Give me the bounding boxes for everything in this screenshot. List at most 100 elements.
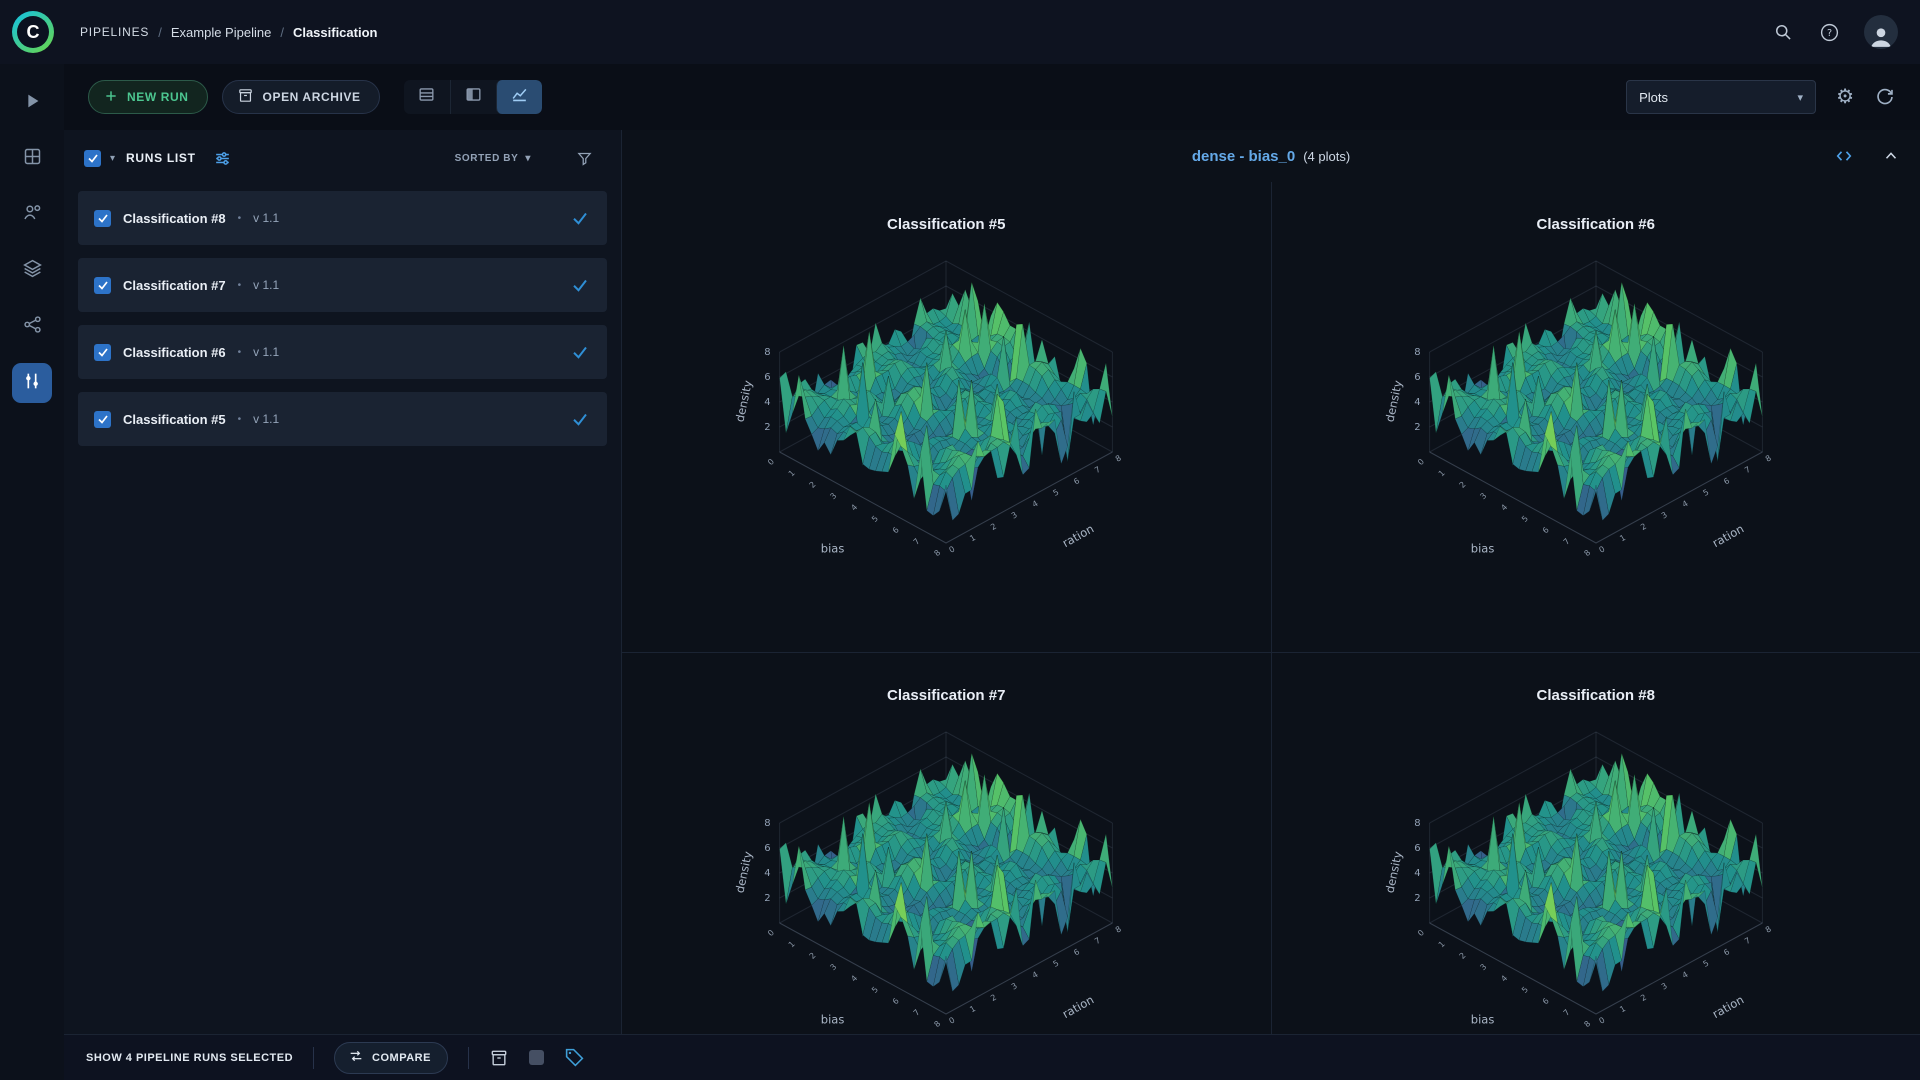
- svg-text:4: 4: [1680, 499, 1689, 509]
- svg-text:3: 3: [1660, 981, 1669, 991]
- svg-text:1: 1: [1618, 533, 1627, 543]
- runs-list: Classification #8 • v 1.1 Classification…: [64, 186, 621, 451]
- svg-text:4: 4: [1499, 974, 1509, 984]
- svg-text:1: 1: [1437, 468, 1447, 478]
- svg-text:3: 3: [1010, 981, 1019, 991]
- user-avatar[interactable]: [1864, 15, 1898, 49]
- plot-title: Classification #8: [1537, 687, 1655, 704]
- svg-text:0: 0: [948, 544, 957, 554]
- breadcrumb-project[interactable]: Example Pipeline: [171, 25, 271, 40]
- svg-text:density: density: [733, 379, 756, 423]
- svg-text:3: 3: [1010, 510, 1019, 520]
- divider: [468, 1047, 469, 1069]
- new-run-label: NEW RUN: [127, 90, 189, 104]
- nav-item-experiments[interactable]: [12, 139, 52, 179]
- run-row[interactable]: Classification #6 • v 1.1: [78, 325, 607, 379]
- filter-icon[interactable]: [576, 150, 593, 167]
- embed-code-icon[interactable]: [1834, 146, 1854, 166]
- svg-text:2: 2: [1457, 951, 1467, 961]
- refresh-icon[interactable]: [1874, 86, 1896, 108]
- run-row[interactable]: Classification #8 • v 1.1: [78, 191, 607, 245]
- sorted-by-button[interactable]: SORTED BY ▾: [455, 153, 531, 164]
- left-nav-rail: [0, 64, 64, 1080]
- selection-footer: SHOW 4 PIPELINE RUNS SELECTED COMPARE: [64, 1034, 1920, 1080]
- svg-text:1: 1: [787, 939, 797, 949]
- archive-icon[interactable]: [489, 1048, 509, 1068]
- plus-icon: [103, 88, 119, 107]
- breadcrumb-separator: /: [280, 25, 284, 40]
- top-bar: C PIPELINES / Example Pipeline / Classif…: [0, 0, 1920, 64]
- svg-text:2: 2: [808, 951, 818, 961]
- select-all-checkbox[interactable]: [84, 150, 101, 167]
- svg-text:0: 0: [1597, 544, 1606, 554]
- svg-text:3: 3: [1478, 962, 1488, 972]
- plots-grid: Classification #5 2468012345678012345678…: [622, 182, 1920, 1034]
- breadcrumb-pipelines[interactable]: PIPELINES: [80, 25, 149, 39]
- grid-icon: [22, 146, 43, 172]
- breadcrumb-current: Classification: [293, 25, 378, 40]
- help-icon[interactable]: ?: [1818, 21, 1840, 43]
- svg-text:7: 7: [1093, 465, 1102, 475]
- split-view-icon: [464, 85, 483, 109]
- nav-item-models[interactable]: [12, 195, 52, 235]
- svg-text:5: 5: [1701, 488, 1710, 498]
- tune-icon[interactable]: [213, 149, 232, 168]
- table-view-button[interactable]: [404, 80, 450, 114]
- bullet: •: [238, 213, 242, 224]
- abort-icon[interactable]: [529, 1050, 544, 1065]
- run-checkbox[interactable]: [94, 277, 111, 294]
- svg-text:6: 6: [1541, 525, 1551, 535]
- svg-text:6: 6: [1722, 947, 1731, 957]
- nav-item-datasets[interactable]: [12, 251, 52, 291]
- app-logo[interactable]: C: [12, 11, 54, 53]
- run-row[interactable]: Classification #5 • v 1.1: [78, 392, 607, 446]
- svg-text:0: 0: [1597, 1015, 1606, 1025]
- open-archive-button[interactable]: OPEN ARCHIVE: [222, 80, 380, 114]
- svg-text:4: 4: [1680, 970, 1689, 980]
- run-checkbox[interactable]: [94, 344, 111, 361]
- collapse-chevron-icon[interactable]: [1882, 147, 1900, 165]
- svg-text:7: 7: [1743, 936, 1752, 946]
- svg-text:2: 2: [1414, 422, 1420, 433]
- compare-button[interactable]: COMPARE: [334, 1042, 448, 1074]
- metric-view-select[interactable]: Plots ▾: [1626, 80, 1816, 114]
- plot-cell: Classification #8 2468012345678012345678…: [1272, 653, 1920, 1034]
- svg-text:8: 8: [1414, 347, 1420, 358]
- svg-text:1: 1: [1618, 1004, 1627, 1014]
- chart-view-button[interactable]: [496, 80, 542, 114]
- plots-panel: dense - bias_0 (4 plots) Classi: [622, 130, 1920, 1034]
- svg-text:8: 8: [1764, 453, 1773, 463]
- svg-text:1: 1: [787, 468, 797, 478]
- svg-text:2: 2: [1639, 522, 1648, 532]
- search-icon[interactable]: [1772, 21, 1794, 43]
- svg-text:7: 7: [1093, 936, 1102, 946]
- split-view-button[interactable]: [450, 80, 496, 114]
- svg-text:3: 3: [829, 491, 839, 501]
- svg-text:7: 7: [912, 1008, 922, 1018]
- plot-cell: Classification #6 2468012345678012345678…: [1272, 182, 1920, 652]
- user-gear-icon: [22, 202, 43, 228]
- svg-text:6: 6: [891, 996, 901, 1006]
- selected-check-icon: [571, 276, 589, 294]
- chevron-down-icon[interactable]: ▾: [110, 153, 115, 164]
- svg-text:5: 5: [1520, 514, 1530, 524]
- bullet: •: [238, 280, 242, 291]
- tags-icon[interactable]: [564, 1047, 585, 1068]
- run-checkbox[interactable]: [94, 411, 111, 428]
- gear-icon[interactable]: ⚙: [1836, 87, 1854, 107]
- run-checkbox[interactable]: [94, 210, 111, 227]
- compare-icon: [348, 1048, 364, 1067]
- nav-item-projects[interactable]: [12, 83, 52, 123]
- svg-text:ration: ration: [1060, 521, 1096, 550]
- surface-plot[interactable]: 2468012345678012345678biasrationdensity: [636, 714, 1256, 1034]
- nav-item-applications[interactable]: [12, 307, 52, 347]
- nav-item-pipelines[interactable]: [12, 363, 52, 403]
- surface-plot[interactable]: 2468012345678012345678biasrationdensity: [1286, 243, 1906, 643]
- surface-plot[interactable]: 2468012345678012345678biasrationdensity: [1286, 714, 1906, 1034]
- plot-cell: Classification #5 2468012345678012345678…: [622, 182, 1271, 652]
- svg-text:1: 1: [1437, 939, 1447, 949]
- new-run-button[interactable]: NEW RUN: [88, 80, 208, 114]
- svg-text:4: 4: [1031, 970, 1040, 980]
- surface-plot[interactable]: 2468012345678012345678biasrationdensity: [636, 243, 1256, 643]
- run-row[interactable]: Classification #7 • v 1.1: [78, 258, 607, 312]
